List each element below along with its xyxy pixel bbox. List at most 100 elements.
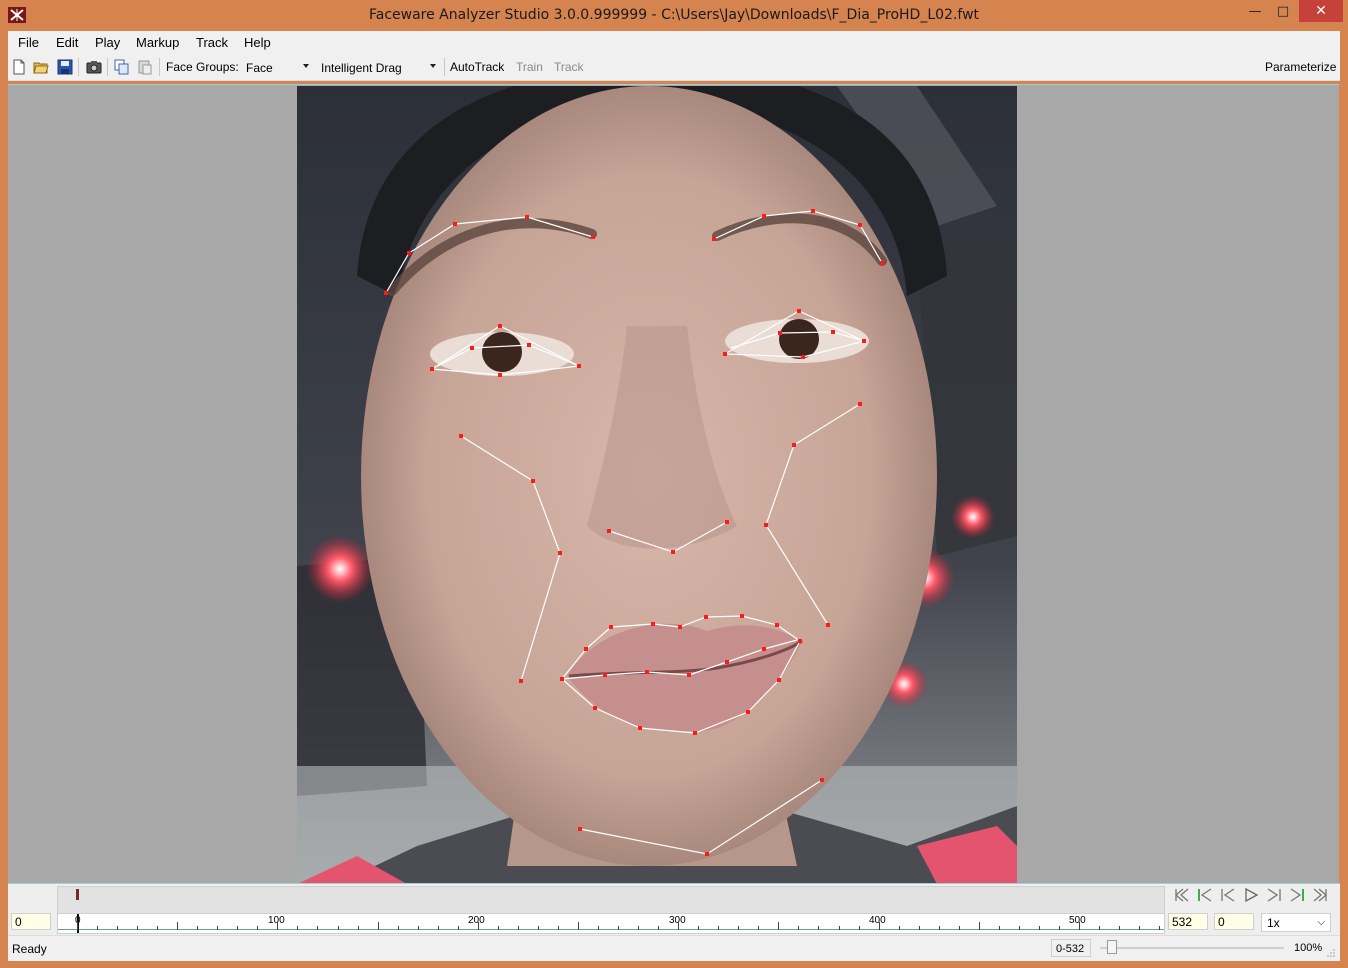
ruler-tick (257, 926, 259, 930)
current-frame-field[interactable]: 0 (11, 913, 51, 930)
ruler-tick (297, 926, 299, 930)
ruler-tick (137, 926, 139, 930)
ruler-tick (557, 926, 559, 930)
ruler-tick (477, 922, 479, 930)
ruler-tick (798, 926, 800, 930)
end-frame-field[interactable]: 532 (1168, 913, 1208, 930)
menu-track[interactable]: Track (196, 35, 228, 50)
timeline-ruler[interactable]: 0 100 200 300 400 500 (57, 913, 1165, 934)
ruler-label: 400 (869, 915, 886, 926)
play-icon[interactable] (1241, 887, 1261, 903)
menu-markup[interactable]: Markup (136, 35, 179, 50)
zoom-slider-track[interactable] (1100, 947, 1284, 949)
camera-icon[interactable] (86, 59, 102, 75)
prev-key-icon[interactable] (1195, 887, 1215, 903)
resize-grip-icon[interactable] (1326, 948, 1336, 958)
close-icon: ✕ (1315, 3, 1327, 19)
first-frame-icon[interactable] (1172, 887, 1192, 903)
face-groups-dropdown[interactable]: Face (242, 57, 312, 77)
train-button[interactable]: Train (516, 60, 543, 74)
ruler-tick (1139, 926, 1141, 930)
close-button[interactable]: ✕ (1299, 0, 1343, 22)
menu-markup-label: Markup (136, 35, 180, 50)
title-bar[interactable]: Faceware Analyzer Studio 3.0.0.999999 - … (0, 0, 1348, 31)
save-icon[interactable] (57, 59, 73, 75)
ruler-tick (1058, 926, 1060, 930)
minimize-button[interactable]: — (1240, 0, 1270, 22)
ruler-tick (718, 926, 720, 930)
drag-mode-dropdown[interactable]: Intelligent Drag (317, 57, 439, 77)
toolbar-separator (444, 58, 445, 76)
menu-edit-label: Edit (56, 35, 79, 50)
zoom-slider-thumb[interactable] (1107, 940, 1117, 954)
menu-file-label: File (18, 35, 39, 50)
maximize-icon: □ (1276, 3, 1290, 19)
playback-speed-value: 1x (1267, 916, 1280, 930)
parameterize-button[interactable]: Parameterize (1265, 60, 1336, 74)
autotrack-button[interactable]: AutoTrack (450, 60, 504, 74)
menu-help[interactable]: Help (244, 35, 271, 50)
menu-play[interactable]: Play (95, 35, 120, 50)
face-groups-label: Face Groups: (166, 60, 239, 74)
ruler-tick (197, 926, 199, 930)
ruler-tick (537, 926, 539, 930)
open-folder-icon[interactable] (33, 59, 49, 75)
playhead-marker[interactable] (76, 889, 79, 900)
copy-icon[interactable] (114, 59, 130, 75)
timeline-panel: 0 0 100 200 300 400 500 532 0 1x ⌵ (8, 883, 1340, 936)
ruler-tick (698, 926, 700, 930)
ruler-tick (778, 922, 780, 930)
ruler-tick (758, 926, 760, 930)
maximize-button[interactable]: □ (1268, 0, 1298, 22)
paste-icon[interactable] (137, 59, 153, 75)
prev-frame-icon[interactable] (1218, 887, 1238, 903)
offset-field[interactable]: 0 (1214, 913, 1254, 930)
new-file-icon[interactable] (11, 59, 27, 75)
ruler-tick (578, 922, 579, 930)
ruler-label: 100 (268, 915, 285, 926)
ruler-tick (598, 926, 600, 930)
chevron-down-icon: ⌵ (1317, 917, 1325, 928)
drag-mode-value: Intelligent Drag (321, 61, 402, 75)
ruler-tick (678, 922, 680, 930)
next-key-icon[interactable] (1287, 887, 1307, 903)
keyframe-track[interactable] (57, 886, 1165, 914)
status-text: Ready (12, 942, 47, 956)
ruler-tick (978, 922, 980, 930)
ruler-label: 500 (1069, 915, 1086, 926)
chevron-down-icon (303, 64, 309, 68)
ruler-tick (377, 922, 379, 930)
video-frame-image[interactable] (297, 86, 1017, 884)
ruler-tick (357, 926, 359, 930)
menu-file[interactable]: File (18, 35, 39, 50)
ruler-tick (1018, 926, 1020, 930)
ruler-tick (397, 926, 399, 930)
toolbar-separator (107, 58, 108, 76)
playback-speed-select[interactable]: 1x ⌵ (1261, 913, 1331, 932)
status-bar: Ready 0-532 100% (8, 935, 1340, 961)
ruler-tick (858, 926, 860, 930)
ruler-tick (337, 926, 339, 930)
video-viewport[interactable] (8, 84, 1339, 884)
video-frame[interactable] (297, 86, 1017, 884)
toolbar-separator (159, 58, 160, 76)
menu-edit[interactable]: Edit (56, 35, 78, 50)
ruler-tick (958, 926, 960, 930)
ruler-tick (437, 926, 439, 930)
window-title: Faceware Analyzer Studio 3.0.0.999999 - … (368, 7, 980, 23)
menu-play-label: Play (95, 35, 121, 50)
ruler-tick (738, 926, 740, 930)
zoom-level: 100% (1294, 942, 1323, 954)
ruler-tick (918, 926, 920, 930)
ruler-tick (317, 926, 319, 930)
ruler-tick (517, 926, 519, 930)
track-button[interactable]: Track (554, 60, 584, 74)
ruler-tick (417, 926, 419, 930)
ruler-tick (1038, 926, 1040, 930)
ruler-tick (1159, 926, 1161, 930)
next-frame-icon[interactable] (1264, 887, 1284, 903)
ruler-tick (618, 926, 620, 930)
ruler-tick (97, 926, 99, 930)
last-frame-icon[interactable] (1310, 887, 1330, 903)
menu-help-label: Help (244, 35, 271, 50)
